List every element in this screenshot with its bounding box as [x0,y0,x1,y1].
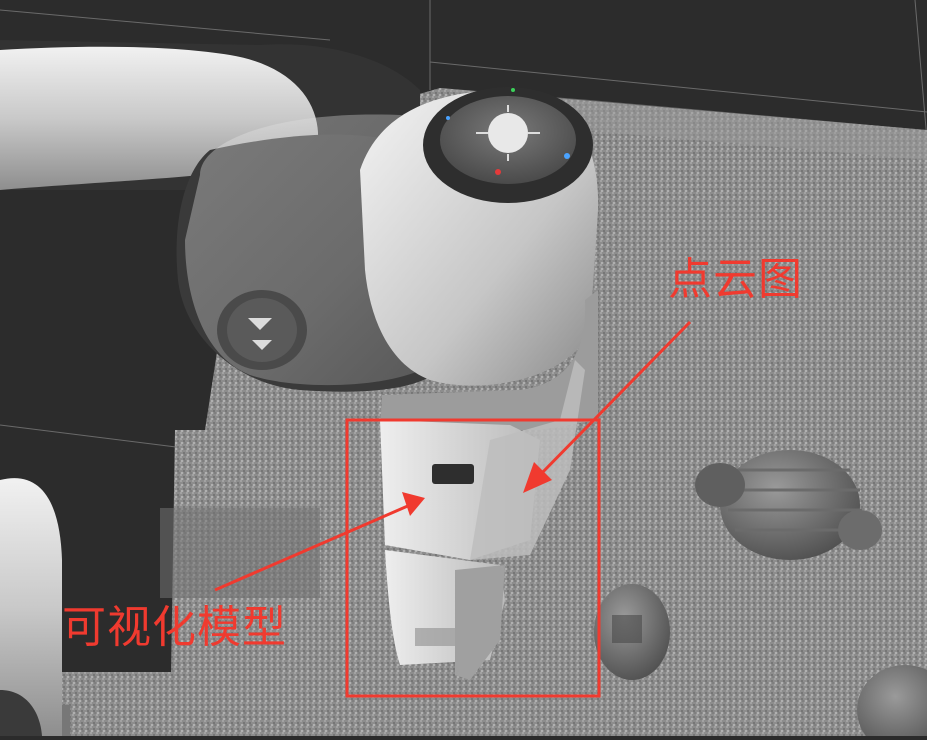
cloud-object-small [594,584,670,680]
rviz-3d-viewport[interactable]: 点云图 可视化模型 [0,0,927,740]
robot-head-link [360,87,599,386]
point-cloud-label: 点云图 [668,254,803,305]
visual-model-label: 可视化模型 [62,602,287,653]
center-button-icon [488,113,528,153]
robot-base-link [0,478,62,736]
